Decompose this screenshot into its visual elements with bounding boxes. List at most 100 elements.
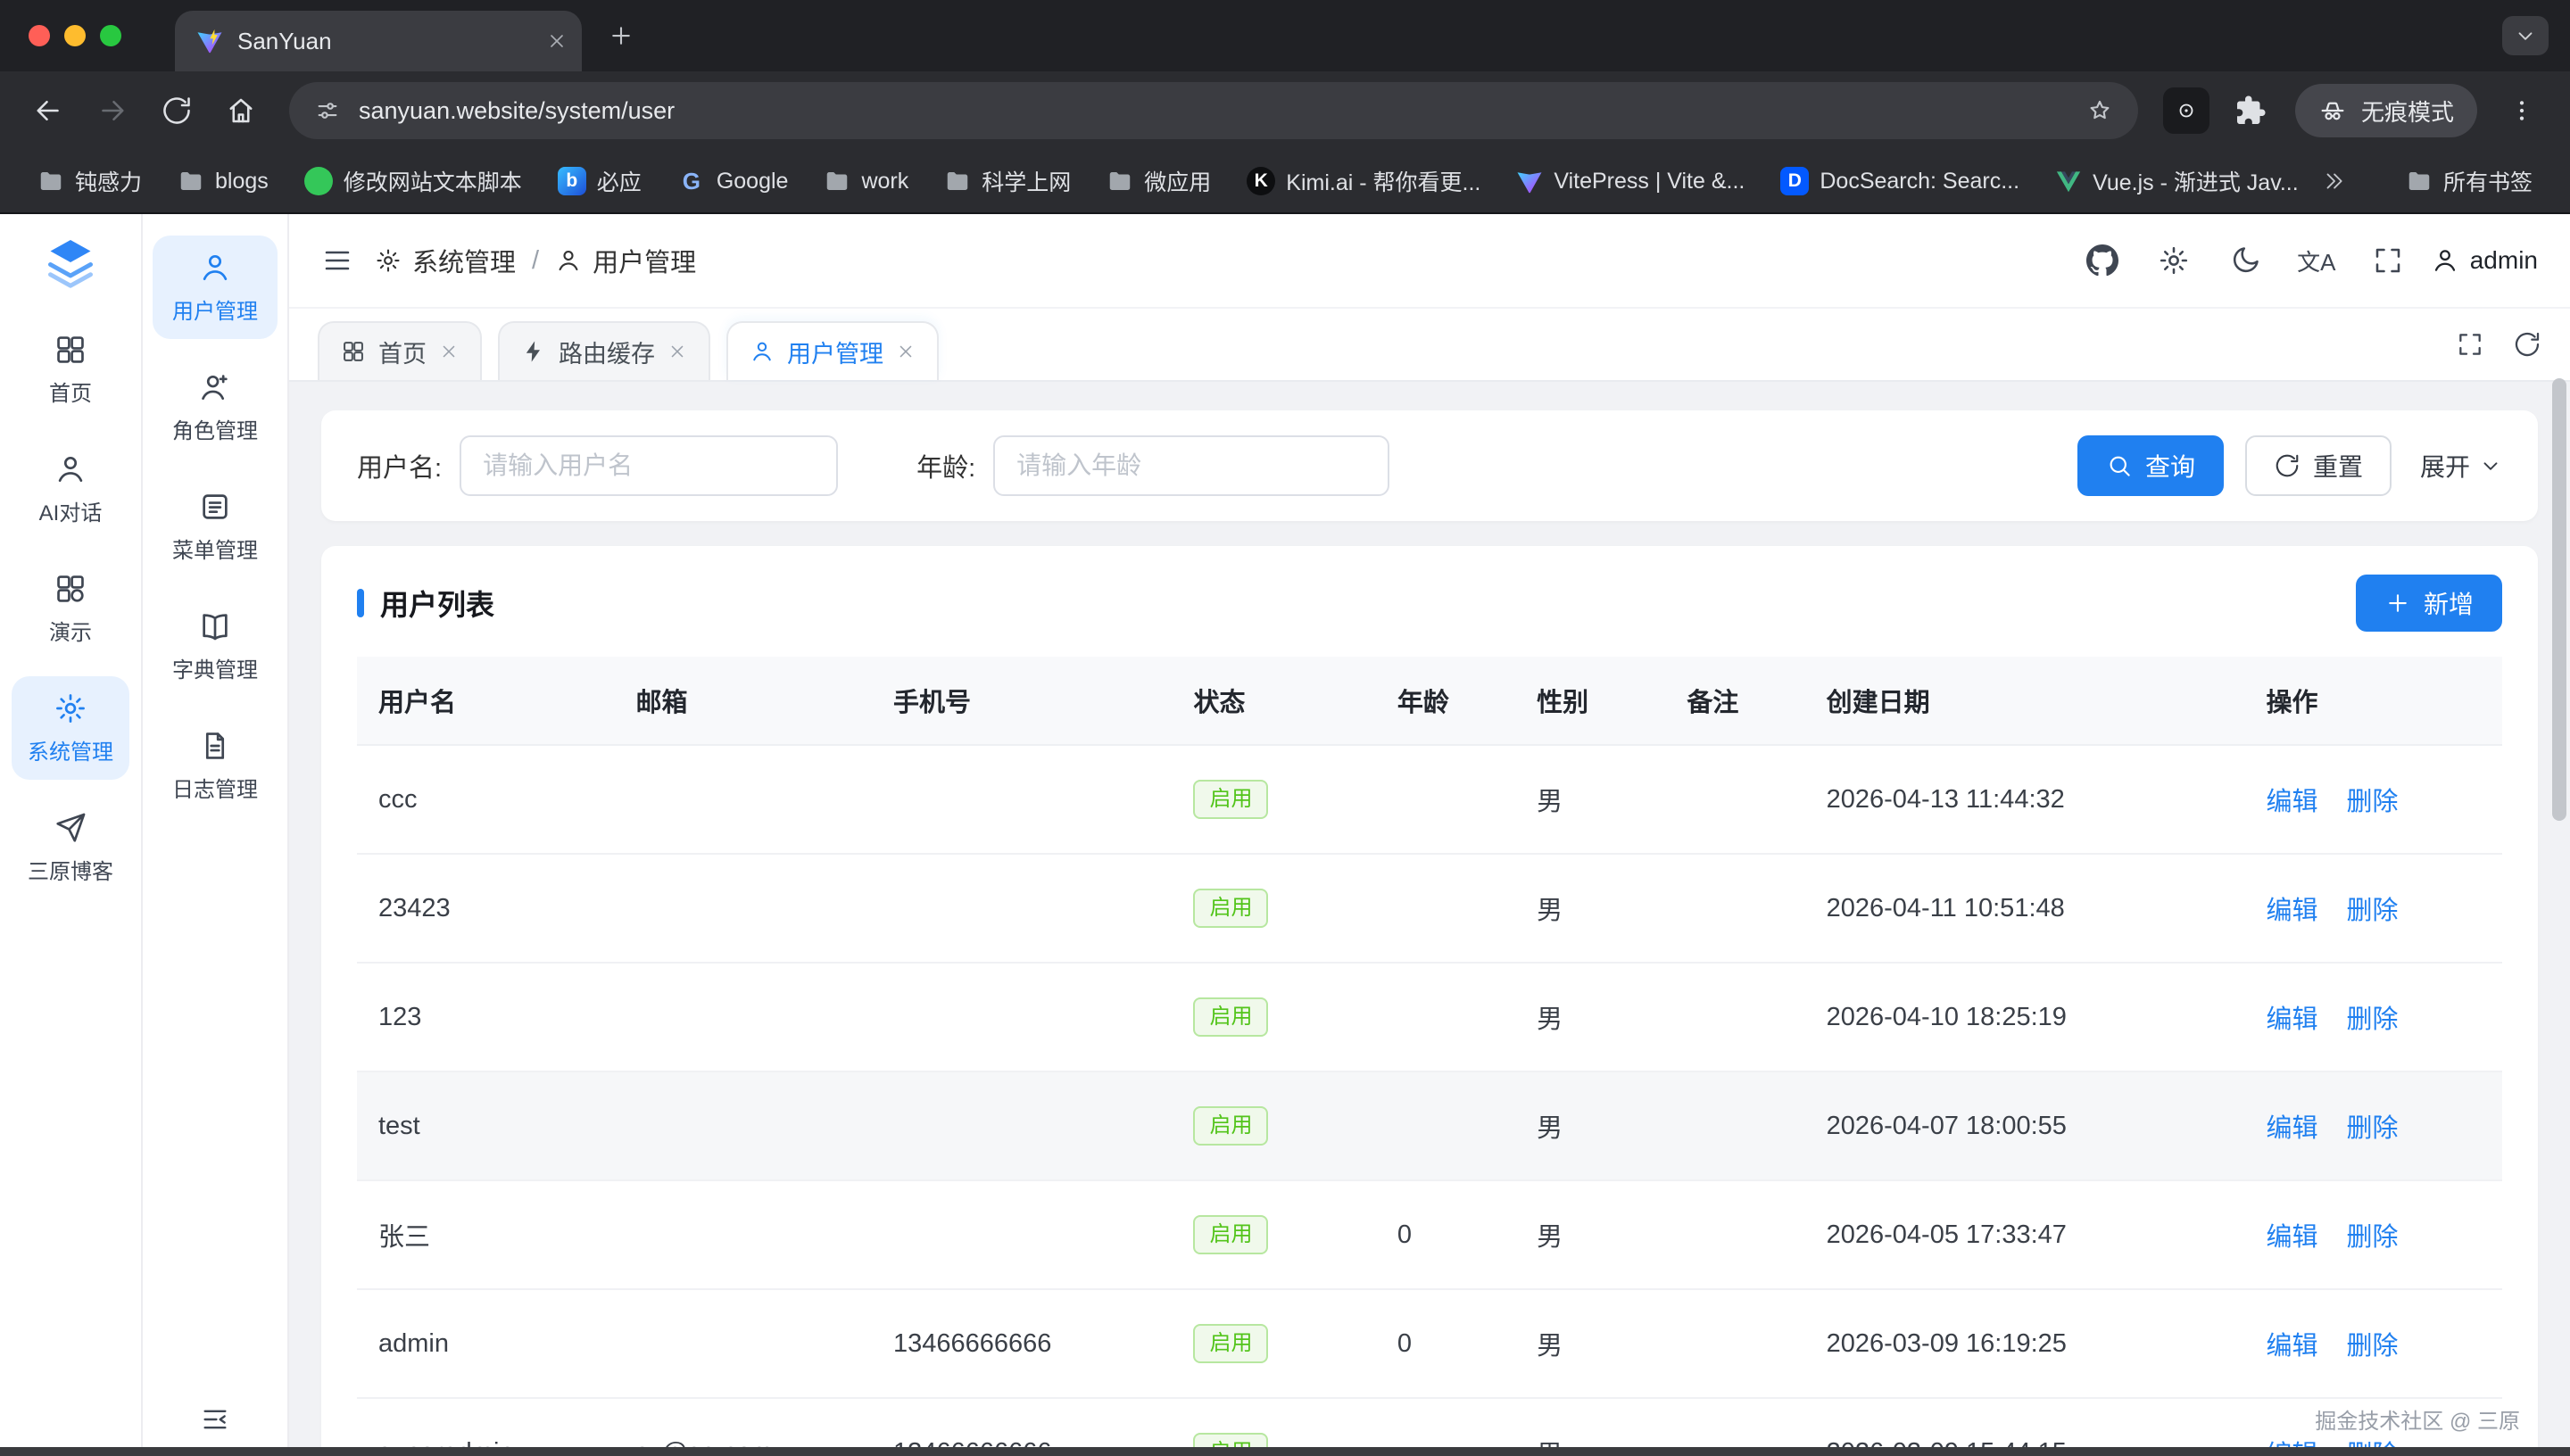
hamburger-menu-icon[interactable] [321,244,353,277]
bookmark-item[interactable]: work [811,162,921,200]
site-settings-icon[interactable] [314,97,341,124]
sidebar-item-log-mgmt[interactable]: 日志管理 [153,714,278,817]
query-button-label: 查询 [2145,448,2195,484]
tab-search-button[interactable] [2502,16,2549,55]
browser-tab[interactable]: SanYuan [175,11,582,71]
rail-item-system[interactable]: 系统管理 [12,676,129,780]
view-tab-home[interactable]: 首页 [318,321,482,380]
back-icon[interactable] [18,80,79,141]
close-window-button[interactable] [29,25,50,46]
bookmark-item[interactable]: G Google [665,161,801,201]
rail-item-home[interactable]: 首页 [12,318,129,421]
rail-item-demo[interactable]: 演示 [12,557,129,660]
username-input[interactable] [460,435,838,496]
bookmark-label: VitePress | Vite &... [1554,169,1745,194]
bookmark-label: DocSearch: Searc... [1820,169,2019,194]
maximize-window-button[interactable] [100,25,121,46]
bookmark-star-icon[interactable] [2086,97,2113,124]
bookmark-item[interactable]: D DocSearch: Searc... [1768,161,2032,201]
header-actions: 文A admin [2074,232,2538,289]
edit-link[interactable]: 编辑 [2266,1005,2317,1034]
extensions-puzzle-icon[interactable] [2220,80,2281,141]
query-button[interactable]: 查询 [2077,435,2224,496]
paper-plane-icon [54,811,87,845]
bookmark-item[interactable]: 微应用 [1094,160,1223,203]
age-input[interactable] [993,435,1389,496]
delete-link[interactable]: 删除 [2346,1114,2398,1143]
gear-icon [54,691,87,725]
close-icon[interactable] [667,342,687,361]
forward-icon[interactable] [82,80,143,141]
app-logo-icon[interactable] [44,236,97,289]
settings-gear-icon[interactable] [2145,232,2202,289]
reset-button[interactable]: 重置 [2245,435,2392,496]
search-form-card: 用户名: 年龄: 查询 重置 [321,410,2538,521]
address-bar[interactable]: sanyuan.website/system/user [289,82,2138,139]
bookmark-item[interactable]: 科学上网 [932,160,1083,203]
sidebar-item-menu-mgmt[interactable]: 菜单管理 [153,475,278,578]
sidebar-item-role-mgmt[interactable]: 角色管理 [153,355,278,459]
breadcrumb-segment[interactable]: 用户管理 [593,242,696,279]
all-bookmarks-button[interactable]: 所有书签 [2393,160,2545,203]
bookmark-item[interactable]: K Kimi.ai - 帮你看更... [1234,160,1493,203]
all-bookmarks-label: 所有书签 [2443,165,2533,197]
browser-menu-kebab-icon[interactable] [2491,80,2552,141]
book-icon [198,609,232,643]
incognito-badge[interactable]: 无痕模式 [2295,84,2477,137]
screenshot-extension-icon[interactable] [2163,87,2209,134]
bookmark-item[interactable]: 钝感力 [25,160,154,203]
fullscreen-icon[interactable] [2359,232,2417,289]
refresh-view-icon[interactable] [2513,330,2541,359]
bookmark-item[interactable]: VitePress | Vite &... [1504,162,1757,200]
browser-window: SanYuan sanyuan.website/sy [0,0,2570,1456]
col-username: 用户名 [357,657,614,745]
github-icon[interactable] [2074,232,2131,289]
user-menu[interactable]: admin [2431,246,2538,275]
edit-link[interactable]: 编辑 [2266,788,2317,816]
collapse-sidebar-icon[interactable] [200,1404,230,1435]
translate-icon[interactable]: 文A [2288,232,2345,289]
delete-link[interactable]: 删除 [2346,788,2398,816]
expand-toggle[interactable]: 展开 [2420,448,2502,484]
sidebar-item-user-mgmt[interactable]: 用户管理 [153,236,278,339]
folder-icon [37,168,64,194]
new-tab-button[interactable] [596,11,646,61]
bookmark-item[interactable]: Vue.js - 渐进式 Jav... [2043,160,2311,203]
folder-icon [824,168,850,194]
bookmark-label: 微应用 [1144,165,1211,197]
sidebar-item-dict-mgmt[interactable]: 字典管理 [153,594,278,698]
rail-item-blog[interactable]: 三原博客 [12,796,129,899]
bookmark-label: 钝感力 [75,165,142,197]
bookmark-item[interactable]: 修改网站文本脚本 [292,160,535,203]
expand-view-icon[interactable] [2456,330,2484,359]
add-user-button[interactable]: 新增 [2356,575,2502,632]
rail-item-ai-chat[interactable]: AI对话 [12,437,129,541]
person-icon [750,339,775,364]
edit-link[interactable]: 编辑 [2266,1223,2317,1252]
minimize-window-button[interactable] [64,25,86,46]
edit-link[interactable]: 编辑 [2266,1332,2317,1361]
bookmark-item[interactable]: b 必应 [545,160,654,203]
close-icon[interactable] [439,342,459,361]
dark-mode-moon-icon[interactable] [2217,232,2274,289]
view-tab-user-mgmt[interactable]: 用户管理 [726,321,939,380]
grid-icon [54,333,87,367]
edit-link[interactable]: 编辑 [2266,897,2317,925]
edit-link[interactable]: 编辑 [2266,1114,2317,1143]
bookmark-label: 必应 [597,165,642,197]
sidebar-item-label: 菜单管理 [172,533,258,564]
bookmarks-overflow-icon[interactable] [2322,170,2345,193]
delete-link[interactable]: 删除 [2346,1223,2398,1252]
home-icon[interactable] [211,80,271,141]
breadcrumb-segment[interactable]: 系统管理 [412,242,516,279]
app-root: 首页 AI对话 演示 系统管理 三原博客 用户管理 [0,214,2570,1456]
bookmark-item[interactable]: blogs [165,162,281,200]
page-scrollbar-thumb[interactable] [2552,378,2566,821]
close-icon[interactable] [896,342,916,361]
delete-link[interactable]: 删除 [2346,1332,2398,1361]
reload-icon[interactable] [146,80,207,141]
delete-link[interactable]: 删除 [2346,1005,2398,1034]
view-tab-route-cache[interactable]: 路由缓存 [498,321,710,380]
delete-link[interactable]: 删除 [2346,897,2398,925]
tab-close-icon[interactable] [546,30,568,52]
